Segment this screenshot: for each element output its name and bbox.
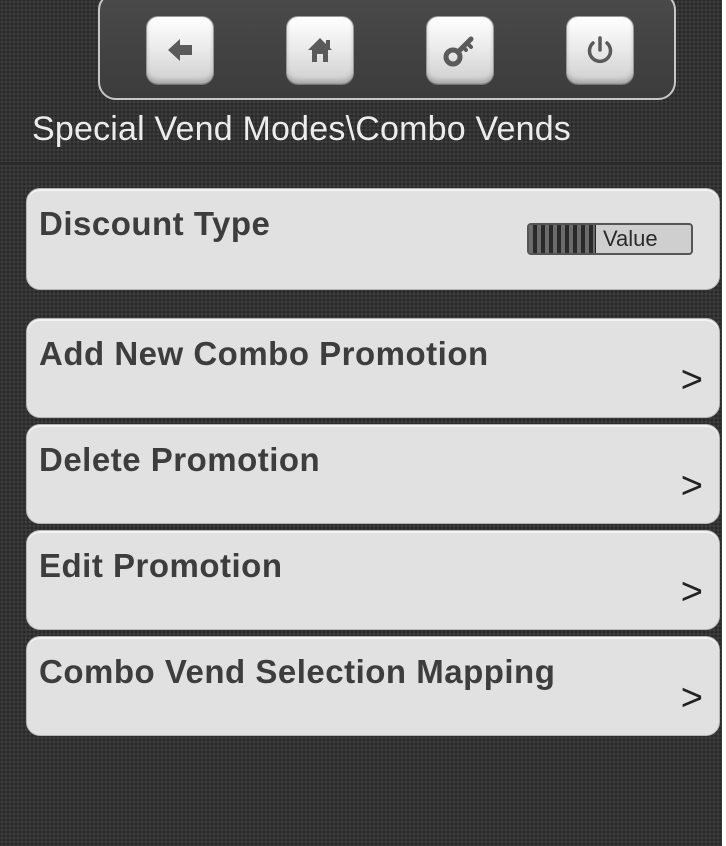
home-button[interactable] (286, 16, 354, 84)
menu-item-delete-promotion[interactable]: Delete Promotion > (26, 424, 720, 524)
discount-type-toggle[interactable]: Value (527, 223, 693, 255)
menu-item-label: Add New Combo Promotion (39, 335, 489, 372)
breadcrumb: Special Vend Modes\Combo Vends (32, 110, 572, 148)
power-icon (587, 36, 613, 63)
key-icon (443, 36, 474, 67)
toggle-value: Value (603, 226, 658, 251)
menu-item-add-new-combo-promotion[interactable]: Add New Combo Promotion > (26, 318, 720, 418)
chevron-right-icon: > (680, 359, 703, 401)
power-button[interactable] (566, 16, 634, 84)
menu-item-label: Delete Promotion (39, 441, 321, 478)
chevron-right-icon: > (680, 677, 703, 719)
top-nav-panel (98, 0, 676, 100)
screen-edge (722, 0, 726, 846)
back-button[interactable] (146, 16, 214, 84)
menu-item-label: Combo Vend Selection Mapping (39, 653, 556, 690)
screen: Special Vend Modes\Combo Vends Discount … (0, 0, 722, 846)
home-icon (308, 38, 332, 62)
chevron-right-icon: > (680, 465, 703, 507)
discount-type-label: Discount Type (39, 205, 271, 242)
back-arrow-icon (168, 39, 192, 61)
menu-item-edit-promotion[interactable]: Edit Promotion > (26, 530, 720, 630)
menu-item-combo-vend-selection-mapping[interactable]: Combo Vend Selection Mapping > (26, 636, 720, 736)
discount-type-row[interactable]: Discount Type Value (26, 188, 720, 290)
toggle-knob (529, 225, 596, 253)
menu-item-label: Edit Promotion (39, 547, 283, 584)
chevron-right-icon: > (680, 571, 703, 613)
title-divider (0, 162, 722, 165)
key-button[interactable] (426, 16, 494, 84)
